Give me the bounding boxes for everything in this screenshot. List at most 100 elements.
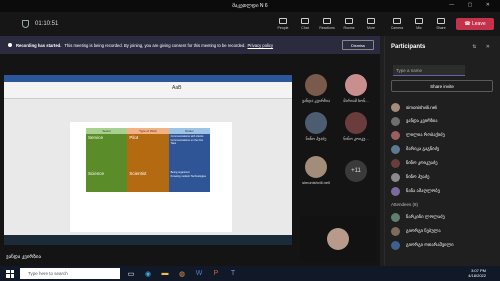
window-titlebar: მაკეთლდი N 6 — ▢ ✕ <box>0 0 500 12</box>
participant-name: ნანა ამაღლობე <box>406 188 440 193</box>
avatar <box>391 116 400 126</box>
rooms-label: Rooms <box>343 26 355 30</box>
list-item[interactable]: მარიკა გაგნიძე <box>391 142 497 156</box>
type-name-input[interactable]: Type a name <box>393 65 465 76</box>
participant-tile[interactable]: ნინო კოიკუ... <box>336 112 376 141</box>
recording-bold: Recording has started. <box>16 42 62 48</box>
attendee-name: გიორგი ნებულა <box>406 228 441 233</box>
list-item[interactable]: გიორგი ოთარაშვილი <box>391 238 497 252</box>
list-item[interactable]: ლილია რობაქიძე <box>391 128 497 142</box>
chrome-icon[interactable]: ◍ <box>176 269 188 279</box>
window-controls[interactable]: — ▢ ✕ <box>449 2 496 8</box>
people-button[interactable]: People <box>272 12 294 36</box>
cell-sector <box>86 152 128 170</box>
participant-tile[interactable]: მარიამ ხონ... <box>336 74 376 103</box>
participant-name: მარიკა გაგნიძე <box>406 146 440 151</box>
share-button[interactable]: Share <box>430 12 452 36</box>
shared-screen: AaB Sector Type of Work Duties Service P… <box>4 75 292 245</box>
document-table: Sector Type of Work Duties Service Pilot… <box>86 128 210 192</box>
participant-name: ლილია რობაქიძე <box>406 132 445 137</box>
meeting-tools: People Chat Reactions Rooms More <box>272 12 382 36</box>
participant-list: simonishvili.neli ვანდა კვირზია ლილია რო… <box>391 100 497 252</box>
tile-name: ნინო კოიკუ... <box>343 136 369 141</box>
avatar <box>391 102 400 112</box>
tile-name: მარიამ ხონ... <box>343 98 369 103</box>
avatar <box>305 156 327 178</box>
reactions-icon <box>323 18 331 24</box>
leave-button[interactable]: ☎ Leave <box>456 18 494 30</box>
word-icon[interactable]: W <box>193 269 205 279</box>
cell-sector: Science <box>86 170 128 192</box>
share-label: Share <box>436 26 446 30</box>
avatar <box>305 74 327 96</box>
word-titlebar <box>4 75 292 82</box>
edge-icon[interactable]: ◉ <box>142 269 154 279</box>
cell-duties: Communications with clients Communicatio… <box>168 134 210 152</box>
participant-tile[interactable]: ვანდა კვირზია <box>296 74 336 103</box>
list-item[interactable]: ნარკიჩი ლოლაძე <box>391 210 497 224</box>
mic-button[interactable]: Mic <box>408 12 430 36</box>
rooms-button[interactable]: Rooms <box>338 12 360 36</box>
file-explorer-icon[interactable]: ▬ <box>159 269 171 279</box>
recording-text: This meeting is being recorded. By joini… <box>64 42 246 48</box>
mic-icon <box>415 18 423 24</box>
cell-type: Scientist <box>127 170 169 192</box>
share-invite-button[interactable]: Share invite <box>391 80 493 92</box>
chat-icon <box>301 18 309 24</box>
table-row: Service Pilot Communications with client… <box>86 134 210 152</box>
participant-name: simonishvili.neli <box>406 104 438 110</box>
more-participants-tile[interactable]: +11 <box>336 160 376 182</box>
panel-actions[interactable]: ⇅ ✕ <box>472 44 494 50</box>
tile-name: ნინო ჰუაძე <box>305 136 327 141</box>
document-page: Sector Type of Work Duties Service Pilot… <box>70 122 232 232</box>
list-item[interactable]: გიორგი ნებულა <box>391 224 497 238</box>
privacy-policy-link[interactable]: Privacy policy <box>247 43 273 48</box>
list-item[interactable]: ნანა ამაღლობე <box>391 184 497 198</box>
dismiss-button[interactable]: Dismiss <box>342 40 374 50</box>
taskbar-search-input[interactable]: Type here to search <box>20 268 120 279</box>
avatar <box>327 228 349 250</box>
phone-icon: ☎ <box>464 21 472 27</box>
avatar <box>391 186 400 196</box>
attendee-name: გიორგი ოთარაშვილი <box>406 242 454 247</box>
list-item[interactable]: ვანდა კვირზია <box>391 114 497 128</box>
list-item[interactable]: simonishvili.neli <box>391 100 497 114</box>
cell-sector: Service <box>86 134 128 152</box>
avatar <box>345 112 367 134</box>
more-button[interactable]: More <box>360 12 382 36</box>
avatar <box>391 158 400 168</box>
chat-button[interactable]: Chat <box>294 12 316 36</box>
attendees-header[interactable]: Attendees (8) <box>391 198 497 210</box>
media-tools: Camera Mic Share <box>386 12 452 36</box>
powerpoint-icon[interactable]: P <box>210 269 222 279</box>
clock-date: 4/18/2022 <box>468 273 486 278</box>
list-item[interactable]: ნინო ჰუაძე <box>391 170 497 184</box>
list-item[interactable]: ნინო კოიკუაძე <box>391 156 497 170</box>
windows-taskbar: Type here to search ▭ ◉ ▬ ◍ W P T 3:07 P… <box>0 266 500 281</box>
teams-icon[interactable]: T <box>227 269 239 279</box>
leave-label: Leave <box>472 21 486 27</box>
more-label: More <box>367 26 375 30</box>
mic-label: Mic <box>416 26 422 30</box>
style-sample: AaB <box>172 85 182 91</box>
reactions-label: Reactions <box>319 26 335 30</box>
share-icon <box>437 18 445 24</box>
attendee-name: ნარკიჩი ლოლაძე <box>406 214 445 219</box>
word-ribbon: AaB <box>4 82 292 99</box>
cell-duties: Being organized Knowing modern Technolog… <box>168 170 210 192</box>
camera-button[interactable]: Camera <box>386 12 408 36</box>
cell-type <box>127 152 169 170</box>
duty-item: Communications with clients <box>170 135 204 138</box>
recording-banner: Recording has started. This meeting is b… <box>0 36 380 54</box>
meeting-timer: 01:10:51 <box>35 21 59 27</box>
reactions-button[interactable]: Reactions <box>316 12 338 36</box>
participant-name: ნინო კოიკუაძე <box>406 160 438 165</box>
participant-tile[interactable]: ნინო ჰუაძე <box>296 112 336 141</box>
tile-name: simonishvili.neli <box>302 180 330 185</box>
avatar <box>391 226 400 236</box>
participant-name: ვანდა კვირზია <box>406 118 438 123</box>
windows-start-icon[interactable] <box>6 269 14 278</box>
taskbar-clock[interactable]: 3:07 PM 4/18/2022 <box>468 268 486 278</box>
participant-tile[interactable]: simonishvili.neli <box>296 156 336 185</box>
task-view-icon[interactable]: ▭ <box>125 269 137 279</box>
